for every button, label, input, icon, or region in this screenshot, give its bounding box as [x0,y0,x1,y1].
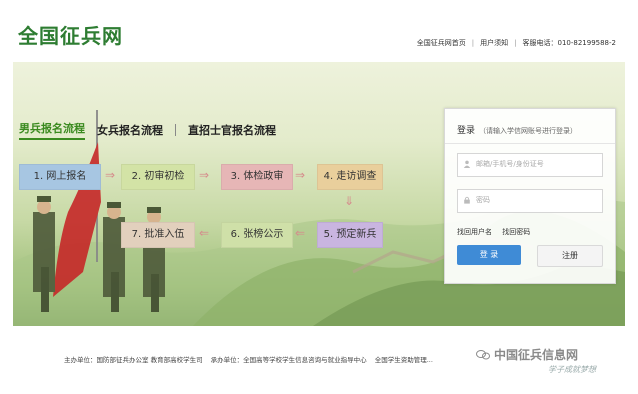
separator: | [471,39,475,47]
tab-officer[interactable]: 直招士官报名流程 [188,122,276,138]
watermark: 中国征兵信息网 [476,346,578,363]
header: 全国征兵网 全国征兵网首页 | 用户须知 | 客服电话：010-82199588… [0,0,638,62]
tab-male[interactable]: 男兵报名流程 [19,120,85,140]
wechat-icon [476,349,490,359]
top-links: 全国征兵网首页 | 用户须知 | 客服电话：010-82199588-2 [417,38,616,48]
process-tabs: 男兵报名流程 女兵报名流程 直招士官报名流程 [19,120,288,140]
separator: | [514,39,517,47]
arrow-right-icon: ⇒ [105,168,116,182]
footer: 主办单位：国防部征兵办公室 教育部高校学生司 承办单位：全国高等学校学生信息咨询… [0,326,638,394]
register-button[interactable]: 注册 [537,245,603,267]
login-hint: （请输入学信网账号进行登录） [479,127,578,135]
login-button[interactable]: 登 录 [457,245,521,265]
organizer-text: 承办单位：全国高等学校学生信息咨询与就业指导中心 [210,356,367,364]
home-link[interactable]: 全国征兵网首页 [417,38,466,48]
arrow-right-icon: ⇒ [199,168,210,182]
password-field[interactable] [457,189,603,213]
lock-icon [464,196,470,204]
user-guide-link[interactable]: 用户须知 [480,38,508,48]
hotline-text: 客服电话：010-82199588-2 [522,39,617,47]
arrow-left-icon: ⇐ [295,226,306,240]
arrow-left-icon: ⇐ [199,226,210,240]
step-initial-review: 2. 初审初检 [121,164,195,190]
login-title: 登录 （请输入学信网账号进行登录） [457,126,578,136]
login-panel: 登录（请输入学信网账号进行登录） 找回用户名 找回密码 登 录 注册 [444,108,616,284]
forgot-username-link[interactable]: 找回用户名 [457,228,492,236]
step-visit-survey: 4. 走访调查 [317,164,383,190]
arrow-down-icon: ⇓ [344,194,355,208]
step-physical-exam: 3. 体检政审 [221,164,293,190]
host-text: 主办单位：国防部征兵办公室 教育部高校学生司 [64,356,203,364]
step-reserve-recruit: 5. 预定新兵 [317,222,383,248]
banner: 男兵报名流程 女兵报名流程 直招士官报名流程 1. 网上报名 ⇒ 2. 初审初检… [13,62,625,326]
footer-info: 主办单位：国防部征兵办公室 教育部高校学生司 承办单位：全国高等学校学生信息咨询… [64,354,439,364]
step-public-notice: 6. 张榜公示 [221,222,293,248]
divider [445,143,615,144]
watermark-script: 学子成就梦想 [548,365,596,374]
recovery-links: 找回用户名 找回密码 [457,227,538,237]
password-input[interactable] [458,190,594,210]
step-approve-enlist: 7. 批准入伍 [121,222,195,248]
tab-divider [175,124,176,136]
arrow-right-icon: ⇒ [295,168,306,182]
user-icon [463,160,471,168]
step-online-signup: 1. 网上报名 [19,164,101,190]
username-field[interactable] [457,153,603,177]
tab-female[interactable]: 女兵报名流程 [97,122,163,138]
forgot-password-link[interactable]: 找回密码 [502,228,530,236]
site-logo[interactable]: 全国征兵网 [18,20,123,49]
support-text: 全国学生资助管理... [374,356,433,364]
username-input[interactable] [458,154,594,174]
